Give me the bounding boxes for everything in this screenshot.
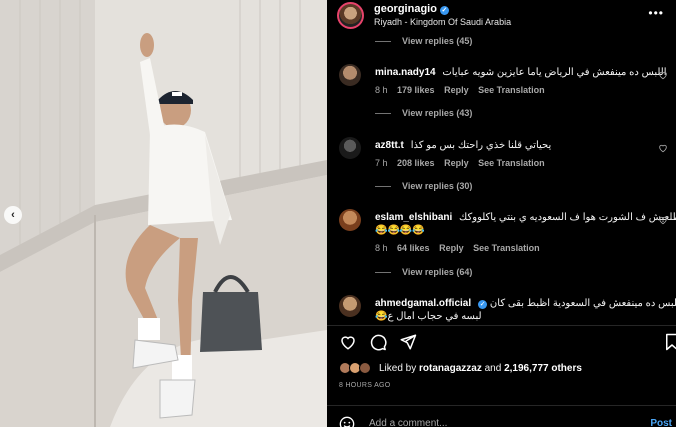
verified-badge-icon: ✓ bbox=[439, 6, 449, 15]
comment-like-heart-icon[interactable] bbox=[658, 70, 668, 80]
share-send-icon[interactable] bbox=[399, 333, 417, 351]
commenter-username[interactable]: eslam_elshibani bbox=[375, 212, 452, 223]
comment-likes[interactable]: 179 likes bbox=[397, 85, 435, 95]
comment-line: mina.nady14 اللبس ده مينفعش في الرياض يا… bbox=[375, 66, 667, 79]
comment-bubble-icon[interactable] bbox=[369, 333, 387, 351]
replies-divider bbox=[375, 272, 391, 274]
post-location[interactable]: Riyadh - Kingdom Of Saudi Arabia bbox=[374, 17, 511, 27]
comment-body: ahmedgamal.official ✓ ياعم اللبس ده مينفع… bbox=[375, 297, 676, 323]
view-replies-button[interactable]: View replies (64) bbox=[375, 267, 472, 277]
comment-text: يحياتي قلنا خذي راحتك بس مو كذا bbox=[410, 140, 552, 151]
reply-button[interactable]: Reply bbox=[444, 85, 469, 95]
like-heart-icon[interactable] bbox=[339, 333, 357, 351]
comment-like-heart-icon[interactable] bbox=[658, 215, 668, 225]
replies-divider bbox=[375, 41, 391, 43]
view-replies-button[interactable]: View replies (43) bbox=[375, 108, 472, 118]
reply-button[interactable]: Reply bbox=[444, 158, 469, 168]
emoji-icon[interactable] bbox=[339, 416, 355, 427]
comment-text: متطلعيش ف الشورت هوا ف السعوديه ي بنتي ي… bbox=[459, 212, 676, 223]
commenter-avatar[interactable] bbox=[339, 209, 361, 231]
view-replies-button[interactable]: View replies (45) bbox=[375, 36, 472, 46]
comment-line-2: 😂لبسه في حجاب امال ع bbox=[375, 311, 482, 322]
comment-time: 7 h bbox=[375, 158, 388, 168]
see-translation-button[interactable]: See Translation bbox=[473, 243, 540, 253]
comment-time: 8 h bbox=[375, 243, 388, 253]
comment-body: az8tt.t يحياتي قلنا خذي راحتك بس مو كذا … bbox=[375, 139, 665, 168]
post-photo: ‹ bbox=[0, 0, 327, 427]
comment-line: eslam_elshibani متطلعيش ف الشورت هوا ف ا… bbox=[375, 211, 676, 224]
likes-count[interactable]: 2,196,777 others bbox=[504, 363, 582, 374]
commenter-username[interactable]: az8tt.t bbox=[375, 140, 404, 151]
comment-body: mina.nady14 اللبس ده مينفعش في الرياض يا… bbox=[375, 66, 667, 95]
view-replies-button[interactable]: View replies (30) bbox=[375, 181, 472, 191]
comment-text: اللبس ده مينفعش في الرياض ياما عايزين شو… bbox=[442, 67, 667, 78]
verified-badge-icon: ✓ bbox=[478, 300, 488, 309]
comment-likes[interactable]: 208 likes bbox=[397, 158, 435, 168]
comment-meta: 8 h 179 likes Reply See Translation bbox=[375, 85, 665, 95]
action-bar bbox=[327, 325, 676, 355]
author-username-row: georginagio ✓ bbox=[374, 3, 449, 15]
comment-meta: 7 h 208 likes Reply See Translation bbox=[375, 158, 665, 168]
commenter-avatar[interactable] bbox=[339, 137, 361, 159]
commenter-username[interactable]: mina.nady14 bbox=[375, 67, 436, 78]
author-username[interactable]: georginagio bbox=[374, 3, 437, 15]
comment-likes[interactable]: 64 likes bbox=[397, 243, 430, 253]
previous-image-button[interactable]: ‹ bbox=[4, 206, 22, 224]
add-comment-bar: Add a comment... Post bbox=[327, 405, 676, 427]
more-options-icon[interactable]: ••• bbox=[648, 6, 664, 20]
comment-body: eslam_elshibani متطلعيش ف الشورت هوا ف ا… bbox=[375, 211, 676, 253]
author-avatar[interactable] bbox=[337, 2, 364, 29]
comments-panel: georginagio ✓ Riyadh - Kingdom Of Saudi A… bbox=[327, 0, 676, 427]
replies-divider bbox=[375, 186, 391, 188]
commenter-username[interactable]: ahmedgamal.official bbox=[375, 298, 471, 309]
comment-meta: 8 h 64 likes Reply See Translation bbox=[375, 243, 665, 253]
comment-text: ياعم اللبس ده مينفعش في السعودية اظبط بق… bbox=[489, 298, 676, 309]
comment-time: 8 h bbox=[375, 85, 388, 95]
liker-username[interactable]: rotanagazzaz bbox=[419, 363, 482, 374]
post-timestamp: 8 HOURS AGO bbox=[339, 382, 391, 389]
comment-line-2: 😂😂😂😂 bbox=[375, 225, 425, 236]
comment-line: ahmedgamal.official ✓ ياعم اللبس ده مينفع… bbox=[375, 297, 676, 310]
reply-button[interactable]: Reply bbox=[439, 243, 464, 253]
liker-avatar bbox=[359, 362, 371, 374]
save-bookmark-icon[interactable] bbox=[664, 333, 676, 351]
replies-divider bbox=[375, 113, 391, 115]
commenter-avatar[interactable] bbox=[339, 64, 361, 86]
see-translation-button[interactable]: See Translation bbox=[478, 158, 545, 168]
commenter-avatar[interactable] bbox=[339, 295, 361, 317]
photo-illustration bbox=[0, 0, 327, 427]
add-comment-input[interactable]: Add a comment... bbox=[369, 418, 447, 427]
comment-line: az8tt.t يحياتي قلنا خذي راحتك بس مو كذا bbox=[375, 139, 665, 152]
post-header: georginagio ✓ Riyadh - Kingdom Of Saudi A… bbox=[327, 0, 676, 34]
liked-by-text: Liked by rotanagazzaz and 2,196,777 othe… bbox=[379, 363, 582, 374]
see-translation-button[interactable]: See Translation bbox=[478, 85, 545, 95]
post-comment-button[interactable]: Post bbox=[650, 418, 672, 427]
comment-like-heart-icon[interactable] bbox=[658, 143, 668, 153]
